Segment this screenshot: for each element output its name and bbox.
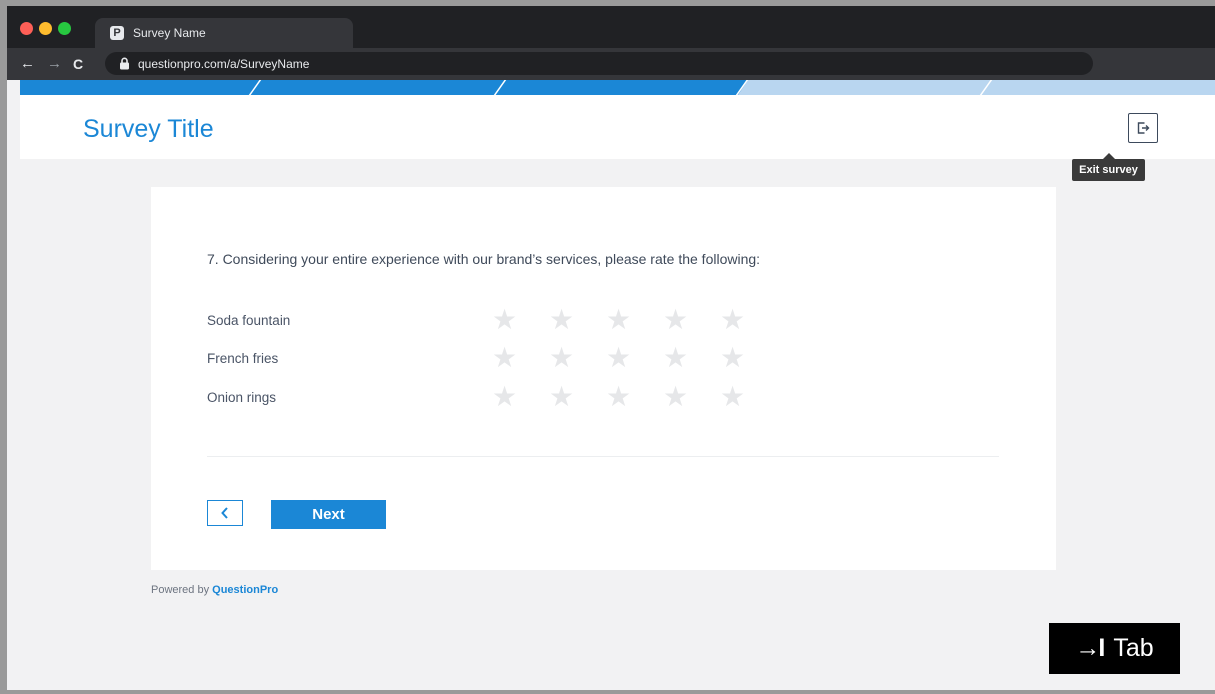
forward-arrow-icon[interactable]: → [47, 54, 62, 74]
chevron-left-icon [221, 507, 228, 519]
address-bar[interactable]: questionpro.com/a/SurveyName [105, 52, 1093, 75]
rating-row-label: Onion rings [207, 389, 277, 405]
lock-icon [119, 57, 130, 70]
question-card: 7. Considering your entire experience wi… [151, 187, 1056, 570]
rating-row-label: Soda fountain [207, 312, 291, 328]
star-icon[interactable]: ★ [720, 306, 777, 334]
header-stripe [20, 80, 1215, 95]
url-text: questionpro.com/a/SurveyName [138, 56, 310, 71]
star-icon[interactable]: ★ [492, 344, 549, 372]
star-icon[interactable]: ★ [549, 306, 606, 334]
star-icon[interactable]: ★ [720, 383, 777, 411]
star-rating: ★ ★ ★ ★ ★ [492, 306, 777, 334]
rating-row: French fries ★ ★ ★ ★ ★ [207, 344, 777, 372]
survey-header: Survey Title [20, 95, 1215, 159]
browser-window: P Survey Name ← → C questionpro.com/a/Su… [7, 6, 1215, 690]
exit-survey-button[interactable] [1128, 113, 1158, 143]
rating-row: Soda fountain ★ ★ ★ ★ ★ [207, 306, 777, 334]
browser-tab-bar: P Survey Name [7, 6, 1215, 48]
browser-tab[interactable]: P Survey Name [95, 18, 353, 48]
star-icon[interactable]: ★ [606, 344, 663, 372]
powered-by-prefix: Powered by [151, 584, 210, 596]
questionpro-favicon-icon: P [110, 26, 124, 40]
star-icon[interactable]: ★ [663, 306, 720, 334]
star-rating: ★ ★ ★ ★ ★ [492, 344, 777, 372]
reload-icon[interactable]: C [73, 54, 83, 74]
close-window-button[interactable] [20, 22, 33, 35]
powered-by: Powered by QuestionPro [151, 584, 278, 596]
star-icon[interactable]: ★ [549, 344, 606, 372]
star-icon[interactable]: ★ [549, 383, 606, 411]
exit-icon [1137, 122, 1150, 134]
star-icon[interactable]: ★ [492, 383, 549, 411]
rating-row-label: French fries [207, 350, 279, 366]
back-button[interactable] [207, 500, 243, 526]
back-arrow-icon[interactable]: ← [20, 54, 35, 74]
divider [207, 456, 999, 457]
star-rating: ★ ★ ★ ★ ★ [492, 383, 777, 411]
questionpro-link[interactable]: QuestionPro [212, 584, 278, 596]
star-icon[interactable]: ★ [663, 383, 720, 411]
survey-title: Survey Title [83, 115, 214, 143]
tab-key-overlay: →I Tab [1049, 623, 1180, 674]
question-text: 7. Considering your entire experience wi… [207, 251, 761, 267]
tab-title: Survey Name [133, 26, 206, 40]
star-icon[interactable]: ★ [720, 344, 777, 372]
maximize-window-button[interactable] [58, 22, 71, 35]
star-icon[interactable]: ★ [492, 306, 549, 334]
exit-survey-tooltip: Exit survey [1072, 153, 1145, 181]
next-button[interactable]: Next [271, 500, 386, 529]
tab-arrow-icon: →I [1075, 634, 1105, 662]
browser-toolbar: ← → C questionpro.com/a/SurveyName [7, 48, 1215, 80]
star-icon[interactable]: ★ [663, 344, 720, 372]
minimize-window-button[interactable] [39, 22, 52, 35]
rating-row: Onion rings ★ ★ ★ ★ ★ [207, 383, 777, 411]
star-icon[interactable]: ★ [606, 383, 663, 411]
star-icon[interactable]: ★ [606, 306, 663, 334]
tab-key-label: Tab [1113, 634, 1154, 662]
